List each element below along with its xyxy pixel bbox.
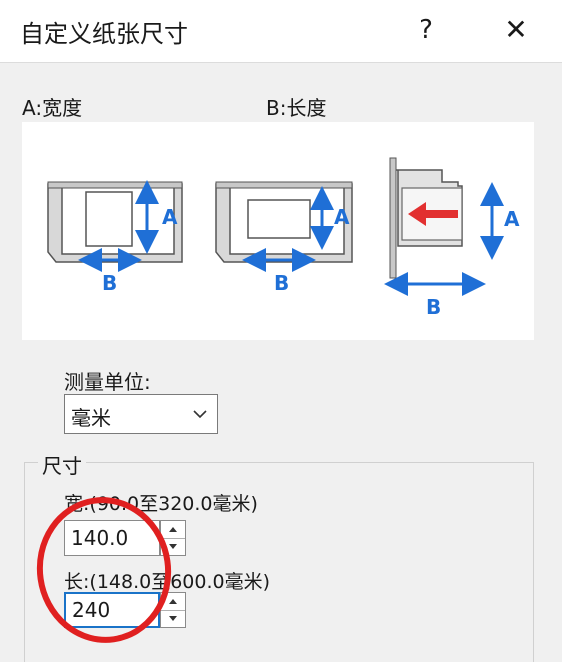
close-button[interactable]: ✕ [496, 10, 536, 50]
paper-size-diagram: A B A B A B [22, 122, 534, 340]
axis-b-label-3: B [426, 295, 441, 319]
paper-orientation-illustration: A B A B A B [47, 157, 520, 319]
help-button[interactable]: ? [406, 10, 446, 50]
close-icon: ✕ [504, 13, 528, 46]
length-decrement-button[interactable] [161, 610, 185, 627]
measurement-unit-dropdown[interactable]: 毫米 [64, 394, 218, 434]
width-input[interactable] [64, 520, 160, 556]
length-spinner[interactable] [160, 592, 186, 628]
spin-down-icon [169, 616, 177, 621]
dialog-title: 自定义纸张尺寸 [20, 20, 188, 48]
spin-up-icon [169, 599, 177, 604]
tray-landscape-icon: A B [215, 181, 353, 295]
width-spinner[interactable] [160, 520, 186, 556]
width-range-label: 宽:(90.0至320.0毫米) [64, 493, 258, 515]
spin-up-icon [169, 527, 177, 532]
length-increment-button[interactable] [161, 593, 185, 611]
help-icon: ? [419, 15, 433, 45]
measurement-unit-label: 测量单位: [64, 370, 151, 394]
axis-b-label-2: B [274, 271, 289, 295]
length-range-label: 长:(148.0至600.0毫米) [64, 571, 271, 593]
width-legend-label: A:宽度 [22, 96, 83, 120]
axis-a-label-3: A [504, 207, 520, 231]
axis-a-label-2: A [334, 205, 350, 229]
measurement-unit-value: 毫米 [71, 406, 111, 430]
tray-portrait-icon: A B [47, 180, 183, 295]
axis-b-label-1: B [102, 271, 117, 295]
width-decrement-button[interactable] [161, 538, 185, 555]
spin-down-icon [169, 544, 177, 549]
chevron-down-icon [193, 410, 207, 419]
dimensions-group-title: 尺寸 [38, 450, 86, 479]
axis-a-label-1: A [162, 205, 178, 229]
length-legend-label: B:长度 [266, 96, 327, 120]
title-bar: 自定义纸张尺寸 ? ✕ [0, 0, 562, 63]
manual-feed-icon: A B [384, 157, 520, 319]
width-increment-button[interactable] [161, 521, 185, 539]
length-input[interactable] [64, 592, 160, 628]
